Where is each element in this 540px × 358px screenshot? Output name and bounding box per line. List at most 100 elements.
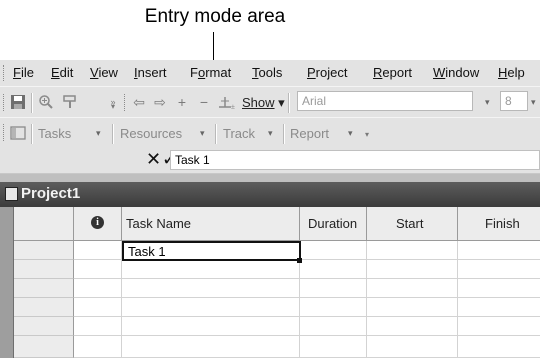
report-button[interactable]: Report [290,126,329,141]
show-subtasks-icon[interactable]: + [174,94,190,110]
duration-cell[interactable] [300,336,367,358]
menu-edit[interactable]: Edit [51,65,73,80]
workspace-background [0,174,540,182]
chevron-down-icon[interactable]: ▾ [268,128,273,139]
chevron-down-icon[interactable]: ▾ [200,128,205,139]
task-name-cell[interactable]: Task 1 [122,241,301,261]
format-painter-icon[interactable] [62,94,78,110]
indicator-cell[interactable] [74,279,122,298]
menu-window[interactable]: Window [433,65,479,80]
indicator-cell[interactable] [74,317,122,336]
duration-cell[interactable] [300,241,367,260]
chevron-down-icon[interactable]: ▾ [485,97,490,108]
finish-cell[interactable] [458,298,540,317]
menu-tools[interactable]: Tools [252,65,282,80]
start-cell[interactable] [367,298,458,317]
project-title: Project1 [21,185,81,202]
row-header[interactable] [14,336,74,358]
zoom-in-icon[interactable] [38,94,54,110]
select-all-corner[interactable] [14,207,74,241]
menu-file[interactable]: File [13,65,34,80]
toolbar-separator [31,93,33,113]
duration-cell[interactable] [300,279,367,298]
entry-bar: ✕ ✓ Task 1 [0,148,540,174]
finish-cell[interactable] [458,260,540,279]
indent-arrow-icon[interactable]: ⇨ [152,94,168,110]
chevron-down-icon[interactable]: ▾ [348,128,353,139]
font-size-select[interactable]: 8 [500,91,528,111]
row-header[interactable] [14,279,74,298]
task-name-cell[interactable] [122,260,300,279]
chevron-down-icon[interactable]: ▾ [531,97,536,108]
indicators-header[interactable]: i [74,207,122,241]
gantt-table: i Task Name Duration Start Finish Task 1 [13,207,540,358]
task-name-cell[interactable] [122,279,300,298]
chevron-down-icon[interactable]: ▾ [96,128,101,139]
indicator-cell[interactable] [74,241,122,260]
standard-toolbar: » ▾ ⇦ ⇨ + − ± Show ▾ Arial ▾ 8 ▾ [0,86,540,118]
start-cell[interactable] [367,260,458,279]
toolbar-separator [288,93,290,113]
menu-project[interactable]: Project [307,65,347,80]
info-icon: i [91,216,104,229]
finish-cell[interactable] [458,336,540,358]
column-header-duration[interactable]: Duration [300,207,367,241]
menu-help[interactable]: Help [498,65,525,80]
project-window-titlebar[interactable]: Project1 [0,182,540,207]
toolbar-grip[interactable] [124,94,127,111]
toolbar-separator [283,124,285,144]
menu-report[interactable]: Report [373,65,412,80]
menu-view[interactable]: View [90,65,118,80]
svg-text:±: ± [231,104,235,110]
task-name-cell[interactable] [122,298,300,317]
finish-cell[interactable] [458,241,540,260]
show-button[interactable]: Show ▾ [242,95,285,111]
toolbar-options-icon[interactable]: ▾ [362,127,372,143]
column-header-finish[interactable]: Finish [458,207,540,241]
track-button[interactable]: Track [223,126,255,141]
start-cell[interactable] [367,279,458,298]
row-header[interactable] [14,241,74,260]
project-guide-icon[interactable] [10,125,26,141]
column-header-start[interactable]: Start [367,207,458,241]
indicator-cell[interactable] [74,336,122,358]
start-cell[interactable] [367,241,458,260]
project-guide-toolbar: Tasks ▾ Resources ▾ Track ▾ Report ▾ ▾ [0,117,540,149]
menu-format[interactable]: Format [190,65,231,80]
resources-button[interactable]: Resources [120,126,182,141]
menu-insert[interactable]: Insert [134,65,167,80]
menubar-grip[interactable] [3,65,6,81]
column-header-task-name[interactable]: Task Name [122,207,300,241]
toolbar-separator [31,124,33,144]
duration-cell[interactable] [300,317,367,336]
save-icon[interactable] [10,94,26,110]
task-name-cell[interactable] [122,336,300,358]
font-select[interactable]: Arial [297,91,473,111]
toolbar-grip[interactable] [3,94,6,111]
finish-cell[interactable] [458,317,540,336]
outdent-arrow-icon[interactable]: ⇦ [131,94,147,110]
entry-input[interactable]: Task 1 [170,150,540,170]
start-cell[interactable] [367,317,458,336]
menu-bar: File Edit View Insert Format Tools Proje… [0,60,540,86]
hide-subtasks-icon[interactable]: − [196,94,212,110]
toolbar-separator [112,124,114,144]
show-level-icon[interactable]: ± [217,94,237,111]
tasks-button[interactable]: Tasks [38,126,71,141]
cancel-entry-icon[interactable]: ✕ [145,150,162,169]
indicator-cell[interactable] [74,260,122,279]
finish-cell[interactable] [458,279,540,298]
project-document-icon[interactable] [5,187,18,201]
toolbar-grip[interactable] [3,124,6,141]
toolbar-separator [215,124,217,144]
duration-cell[interactable] [300,298,367,317]
fill-handle[interactable] [297,258,302,263]
duration-cell[interactable] [300,260,367,279]
start-cell[interactable] [367,336,458,358]
indicator-cell[interactable] [74,298,122,317]
row-header[interactable] [14,298,74,317]
row-header[interactable] [14,260,74,279]
callout-label: Entry mode area [144,6,286,27]
task-name-cell[interactable] [122,317,300,336]
row-header[interactable] [14,317,74,336]
